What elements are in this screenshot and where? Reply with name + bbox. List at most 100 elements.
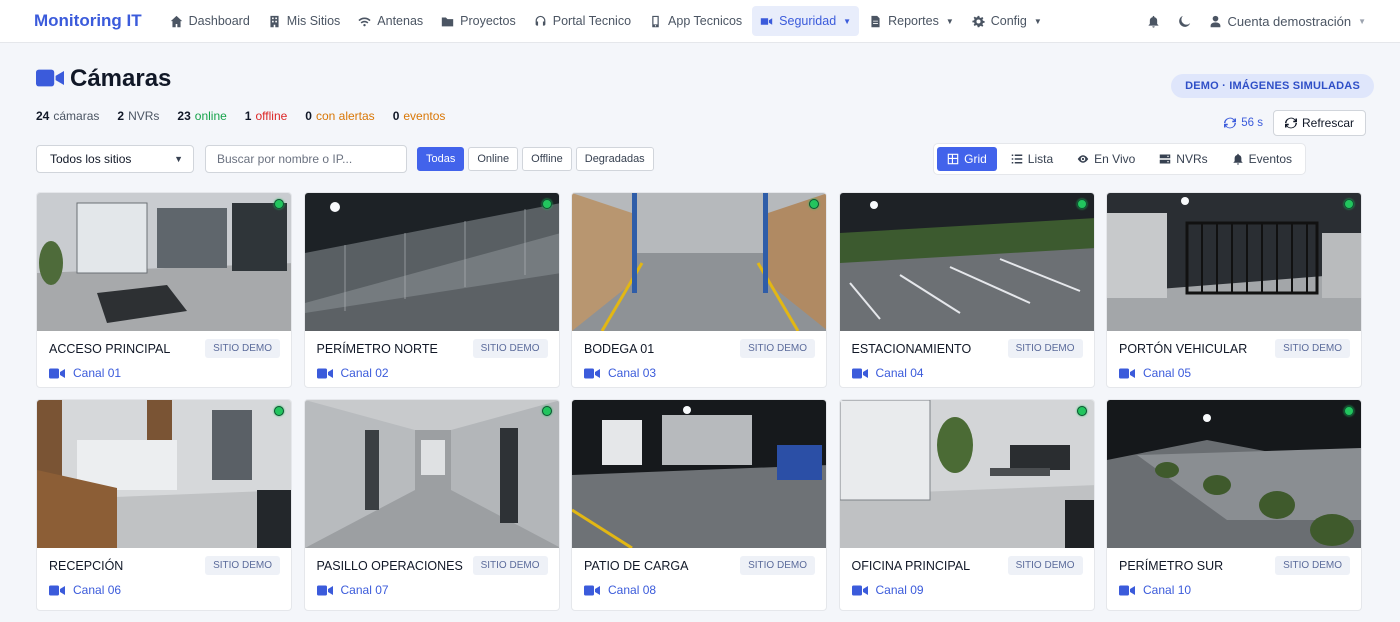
nav-portal-tecnico[interactable]: Portal Tecnico: [526, 6, 639, 36]
camera-feed-warehouse: [572, 193, 826, 331]
nav-seguridad[interactable]: Seguridad ▼: [752, 6, 860, 36]
camera-card[interactable]: OFICINA PRINCIPAL SITIO DEMO Canal 09: [838, 399, 1095, 611]
camera-channel: Canal 07: [316, 583, 548, 597]
refresh-icon: [1284, 117, 1297, 129]
chevron-down-icon: ▼: [174, 154, 183, 164]
camera-thumbnail[interactable]: [572, 193, 826, 331]
camera-thumbnail[interactable]: [1107, 400, 1361, 548]
status-online-dot: [541, 406, 552, 416]
camera-card[interactable]: PATIO DE CARGA SITIO DEMO Canal 08: [571, 399, 827, 611]
video-icon: [316, 585, 333, 595]
camera-name: PERÍMETRO NORTE: [316, 341, 438, 356]
video-icon: [851, 585, 868, 595]
stat-nvrs: 2 NVRs: [117, 109, 160, 123]
camera-name: BODEGA 01: [584, 341, 655, 356]
search-input[interactable]: [205, 145, 407, 173]
camera-name: ACCESO PRINCIPAL: [49, 341, 171, 356]
filter-online[interactable]: Online: [468, 147, 519, 171]
nav-dashboard[interactable]: Dashboard: [162, 6, 258, 36]
bell-icon[interactable]: [1147, 15, 1160, 28]
camera-feed-fence: [304, 193, 559, 331]
view-en-vivo[interactable]: En Vivo: [1067, 147, 1145, 171]
moon-icon[interactable]: [1178, 15, 1191, 28]
folder-icon: [441, 16, 454, 26]
camera-stats: 24 cámaras 2 NVRs 23 online 1 offline 0 con a…: [36, 109, 1364, 123]
nav-reportes[interactable]: Reportes ▼: [861, 6, 962, 36]
chevron-down-icon: ▼: [843, 16, 852, 26]
camera-card[interactable]: RECEPCIÓN SITIO DEMO Canal 06: [36, 399, 292, 611]
camera-feed-gate: [1107, 193, 1361, 331]
camera-thumbnail[interactable]: [37, 193, 291, 331]
grid-icon: [947, 153, 959, 165]
camera-card[interactable]: PERÍMETRO NORTE SITIO DEMO Canal 02: [303, 192, 560, 388]
camera-feed-lobby: [37, 193, 291, 331]
stat-cameras: 24 cámaras: [36, 109, 100, 123]
filter-offline[interactable]: Offline: [522, 147, 572, 171]
top-navbar: Monitoring IT Dashboard Mis Sitios Anten…: [0, 0, 1400, 43]
camera-name: PASILLO OPERACIONES: [316, 558, 463, 573]
chevron-down-icon: ▼: [1358, 16, 1366, 26]
view-lista[interactable]: Lista: [1001, 147, 1063, 171]
camera-thumbnail[interactable]: [1107, 193, 1361, 331]
nav-mis-sitios[interactable]: Mis Sitios: [260, 6, 348, 36]
view-grid[interactable]: Grid: [937, 147, 997, 171]
mobile-icon: [652, 15, 659, 27]
refresh-button[interactable]: Refrescar: [1272, 110, 1366, 136]
status-online-dot: [1076, 199, 1087, 209]
site-badge: SITIO DEMO: [1007, 339, 1083, 358]
video-icon: [760, 17, 773, 25]
camera-card[interactable]: PERÍMETRO SUR SITIO DEMO Canal 10: [1106, 399, 1362, 611]
camera-thumbnail[interactable]: [304, 400, 559, 548]
site-badge: SITIO DEMO: [1007, 556, 1083, 575]
brand-logo[interactable]: Monitoring IT: [34, 11, 142, 31]
nav-proyectos[interactable]: Proyectos: [433, 6, 524, 36]
camera-thumbnail[interactable]: [37, 400, 291, 548]
site-badge: SITIO DEMO: [205, 556, 280, 575]
demo-badge: DEMO · IMÁGENES SIMULADAS: [1171, 74, 1374, 98]
camera-feed-loading-yard: [572, 400, 826, 548]
video-icon: [49, 585, 65, 595]
camera-channel: Canal 09: [851, 583, 1083, 597]
filter-degradadas[interactable]: Degradadas: [575, 147, 654, 171]
camera-name: ESTACIONAMIENTO: [851, 341, 972, 356]
building-icon: [270, 15, 279, 27]
account-menu[interactable]: Cuenta demostración ▼: [1209, 14, 1366, 29]
stat-online: 23 online: [177, 109, 227, 123]
user-icon: [1210, 15, 1220, 27]
video-camera-icon: [36, 68, 64, 91]
status-online-dot: [274, 199, 284, 209]
camera-channel: Canal 03: [584, 366, 815, 380]
nav-antenas[interactable]: Antenas: [350, 6, 431, 36]
filter-todas[interactable]: Todas: [417, 147, 465, 171]
status-online-dot: [1344, 406, 1354, 416]
camera-card[interactable]: BODEGA 01 SITIO DEMO Canal 03: [571, 192, 827, 388]
camera-thumbnail[interactable]: [304, 193, 559, 331]
site-select[interactable]: Todos los sitios ▼: [36, 145, 194, 173]
camera-name: OFICINA PRINCIPAL: [851, 558, 971, 573]
camera-channel: Canal 10: [1119, 583, 1350, 597]
nav-app-tecnicos[interactable]: App Tecnicos: [641, 6, 750, 36]
view-nvrs[interactable]: NVRs: [1149, 147, 1217, 171]
camera-thumbnail[interactable]: [572, 400, 826, 548]
server-icon: [1160, 154, 1171, 164]
camera-card[interactable]: PORTÓN VEHICULAR SITIO DEMO Canal 05: [1106, 192, 1362, 388]
site-badge: SITIO DEMO: [472, 556, 548, 575]
nav-config[interactable]: Config ▼: [964, 6, 1050, 36]
site-badge: SITIO DEMO: [472, 339, 548, 358]
headset-icon: [535, 15, 546, 26]
camera-channel: Canal 04: [851, 366, 1083, 380]
refresh-timer: 56 s: [1224, 117, 1263, 129]
camera-card[interactable]: PASILLO OPERACIONES SITIO DEMO Canal 07: [303, 399, 560, 611]
chevron-down-icon: ▼: [1033, 16, 1042, 26]
stat-offline: 1 offline: [244, 109, 288, 123]
eye-icon: [1077, 155, 1089, 163]
site-badge: SITIO DEMO: [740, 556, 815, 575]
camera-thumbnail[interactable]: [839, 193, 1094, 331]
camera-channel: Canal 06: [49, 583, 280, 597]
view-eventos[interactable]: Eventos: [1222, 147, 1302, 171]
camera-thumbnail[interactable]: [839, 400, 1094, 548]
chevron-down-icon: ▼: [945, 16, 954, 26]
camera-channel: Canal 08: [584, 583, 815, 597]
camera-card[interactable]: ESTACIONAMIENTO SITIO DEMO Canal 04: [838, 192, 1095, 388]
camera-card[interactable]: ACCESO PRINCIPAL SITIO DEMO Canal 01: [36, 192, 292, 388]
